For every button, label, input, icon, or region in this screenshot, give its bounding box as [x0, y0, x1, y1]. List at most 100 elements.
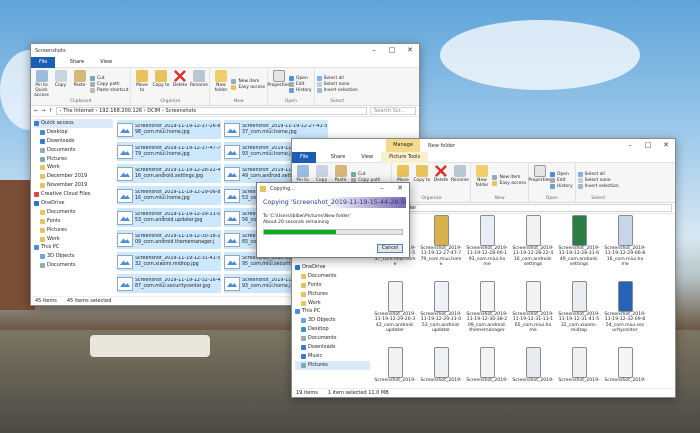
file-item[interactable]: Screenshot_2019-11-19-12-28-22-4 16_com.a… — [117, 164, 221, 183]
manage-tab[interactable]: Manage — [386, 139, 420, 152]
nav-item-desktop[interactable]: Desktop — [295, 325, 370, 334]
edit-button[interactable]: Edit — [550, 177, 573, 183]
history-button[interactable]: History — [550, 183, 573, 189]
select-none-button[interactable]: Select none — [316, 81, 358, 87]
thumbnail-item[interactable]: Screenshot_2019- 11-19-12-29-26-3 42_com.a… — [374, 281, 416, 333]
tab-view[interactable]: View — [92, 57, 120, 68]
thumbnail-item[interactable]: Screenshot_2019- — [466, 347, 508, 383]
tab-picture-tools[interactable]: Picture Tools — [381, 151, 429, 163]
thumbnail-item[interactable]: Screenshot_2019- 11-19-12-29-31-0 53_com.a… — [420, 281, 462, 333]
thumbnail-item[interactable]: Screenshot_2019- 11-19-12-29-06-8 16_com.m… — [604, 215, 646, 267]
nav-item-pictures[interactable]: Pictures — [34, 155, 113, 164]
tab-file[interactable]: File — [31, 56, 56, 68]
nav-item-pictures[interactable]: Pictures — [295, 360, 370, 370]
nav-item-creative-cloud[interactable]: Creative Cloud Files — [34, 190, 113, 199]
rename-button[interactable]: Rename — [190, 69, 208, 99]
nav-item-downloads[interactable]: Downloads — [34, 137, 113, 146]
thumbnail-item[interactable]: Screenshot_2019- — [420, 347, 462, 383]
file-item[interactable]: Screenshot_2019-11-19-12-27-41-5 37_com.m… — [224, 120, 328, 139]
new-item-button[interactable]: New item — [492, 174, 526, 180]
thumbnail-item[interactable]: Screenshot_2019- 11-19-12-28-31-6 49_com.a… — [558, 215, 600, 267]
nav-item-documents[interactable]: Documents — [34, 146, 113, 155]
paste-shortcut-button[interactable]: Paste shortcut — [90, 87, 128, 93]
nav-item-onedrive[interactable]: OneDrive — [295, 263, 370, 272]
file-item[interactable]: Screenshot_2019-11-19-12-29-06-8 16_com.m… — [117, 186, 221, 205]
tab-share[interactable]: Share — [323, 152, 353, 163]
cut-button[interactable]: Cut — [90, 75, 128, 81]
nav-item-fonts[interactable]: Fonts — [295, 281, 370, 290]
new-folder-button[interactable]: New folder — [473, 164, 490, 196]
thumbnail-item[interactable]: Screenshot_2019- 11-19-12-31-13-1 65_com.m… — [512, 281, 554, 333]
nav-item-onedrive-documents[interactable]: Documents — [34, 208, 113, 217]
file-item[interactable]: Screenshot_2019-11-19-12-30-38-2 09_com.a… — [117, 230, 221, 249]
file-item[interactable]: Screenshot_2019-11-19-12-27-47-7 79_com.m… — [117, 142, 221, 161]
history-button[interactable]: History — [289, 87, 312, 93]
address-bar[interactable]: › The Internet › 192.168.200.126 › DCIM … — [55, 107, 367, 115]
thumbnail-item[interactable]: Screenshot_2019- 11-19-12-28-22-4 16_com.a… — [512, 215, 554, 267]
copy-to-button[interactable]: Copy to — [413, 164, 430, 196]
nav-item-december-2019[interactable]: December 2019 — [34, 172, 113, 181]
tab-file[interactable]: File — [292, 151, 317, 163]
copy-path-button[interactable]: Copy path — [90, 81, 128, 87]
nav-item-3d-objects[interactable]: 3D Objects — [295, 316, 370, 325]
move-to-button[interactable]: Move to — [133, 69, 150, 99]
cancel-button[interactable]: Cancel — [377, 244, 403, 253]
thumbnail-item[interactable]: Screenshot_2019- — [558, 347, 600, 383]
file-item[interactable]: Screenshot_2019-11-19-12-32-16-4 87_com.m… — [117, 274, 221, 293]
file-item[interactable]: Screenshot_2019-11-19-12-29-31-0 53_com.a… — [117, 208, 221, 227]
new-folder-button[interactable]: New folder — [212, 69, 229, 99]
file-item[interactable]: Screenshot_2019-11-19-12-31-41-5 32_com.x… — [117, 252, 221, 271]
paste-button[interactable]: Paste — [71, 69, 88, 99]
easy-access-button[interactable]: Easy access — [492, 180, 526, 186]
thumbnail-item[interactable]: Screenshot_2019- — [374, 347, 416, 383]
back-arrow-icon[interactable]: ← — [34, 108, 38, 114]
new-item-button[interactable]: New item — [231, 78, 265, 84]
thumbnail-item[interactable]: Screenshot_2019- 11-19-12-32-09-8 54_com.m… — [604, 281, 646, 333]
forward-arrow-icon[interactable]: → — [41, 108, 45, 114]
nav-item-onedrive-pictures[interactable]: Pictures — [34, 226, 113, 235]
thumbnail-item[interactable]: Screenshot_2019- — [604, 347, 646, 383]
thumbnail-item[interactable]: Screenshot_2019- 11-19-12-31-41-5 32_com.x… — [558, 281, 600, 333]
pin-button[interactable]: Pin to Quick access — [33, 69, 50, 99]
nav-item-this-pc[interactable]: This PC — [295, 307, 370, 316]
nav-item-fonts[interactable]: Fonts — [34, 217, 113, 226]
edit-button[interactable]: Edit — [289, 81, 312, 87]
tab-share[interactable]: Share — [62, 57, 92, 68]
nav-item-november-2019[interactable]: November 2019 — [34, 181, 113, 190]
thumbnail-item[interactable]: Screenshot_2019- 11-19-12-30-38-2 09_com.a… — [466, 281, 508, 333]
properties-button[interactable]: Properties — [267, 69, 290, 99]
nav-item-onedrive-pictures[interactable]: Pictures — [295, 290, 370, 299]
nav-item-work[interactable]: Work — [34, 163, 113, 172]
nav-item-onedrive-work[interactable]: Work — [34, 235, 113, 244]
nav-item-work[interactable]: Work — [295, 299, 370, 308]
open-button[interactable]: Open — [550, 171, 573, 177]
nav-item-3d-objects[interactable]: 3D Objects — [34, 252, 113, 261]
maximize-button[interactable]: □ — [639, 139, 657, 152]
nav-item-downloads[interactable]: Downloads — [295, 343, 370, 352]
invert-selection-button[interactable]: Invert selection — [316, 87, 358, 93]
minimize-button[interactable]: – — [365, 44, 383, 57]
thumbnail-item[interactable]: Screenshot_2019- 11-19-12-27-47-7 79_com.m… — [420, 215, 462, 267]
maximize-button[interactable]: □ — [383, 44, 401, 57]
close-button[interactable]: ✕ — [391, 183, 409, 194]
select-all-button[interactable]: Select all — [316, 75, 358, 81]
close-button[interactable]: ✕ — [401, 44, 419, 57]
minimize-button[interactable]: – — [621, 139, 639, 152]
up-arrow-icon[interactable]: ↑ — [48, 108, 52, 114]
easy-access-button[interactable]: Easy access — [231, 84, 265, 90]
nav-item-pc-documents[interactable]: Documents — [34, 261, 113, 270]
open-button[interactable]: Open — [289, 75, 312, 81]
tab-view[interactable]: View — [353, 152, 381, 163]
minimize-button[interactable]: – — [373, 183, 391, 194]
select-none-button[interactable]: Select none — [577, 177, 619, 183]
nav-item-this-pc[interactable]: This PC — [34, 243, 113, 252]
delete-button[interactable]: Delete — [432, 164, 449, 196]
cut-button[interactable]: Cut — [351, 171, 389, 177]
nav-item-onedrive[interactable]: OneDrive — [34, 199, 113, 208]
delete-button[interactable]: Delete — [171, 69, 188, 99]
thumbnail-item[interactable]: Screenshot_2019- — [512, 347, 554, 383]
nav-item-documents[interactable]: Documents — [295, 334, 370, 343]
copy-to-button[interactable]: Copy to — [152, 69, 169, 99]
nav-item-music[interactable]: Music — [295, 352, 370, 361]
nav-item-onedrive-documents[interactable]: Documents — [295, 272, 370, 281]
